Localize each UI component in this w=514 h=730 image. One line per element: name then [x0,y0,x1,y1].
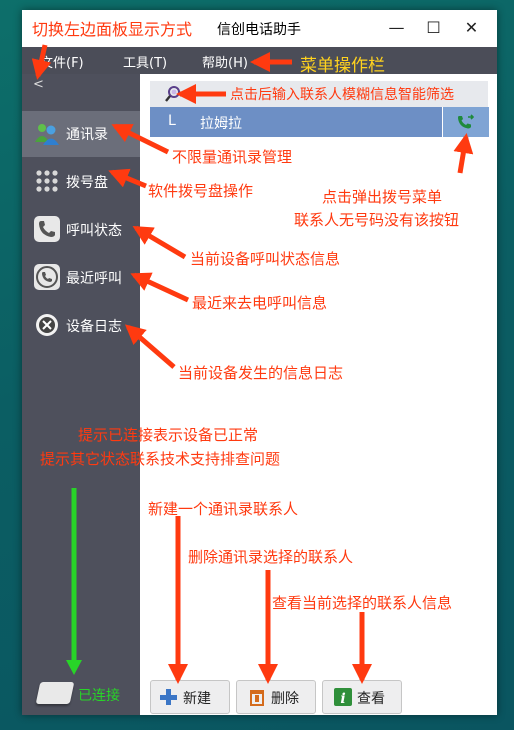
annotation-recent: 最近来去电呼叫信息 [192,294,328,312]
annotation-call-status: 当前设备呼叫状态信息 [190,250,341,268]
annotation-dial-menu-2: 联系人无号码没有该按钮 [294,211,460,229]
arrow-recent [130,272,190,303]
annotation-connected-1: 提示已连接表示设备已正常 [78,426,259,444]
annotation-dialpad: 软件拨号盘操作 [148,182,254,200]
annotation-view: 查看当前选择的联系人信息 [272,594,453,612]
arrow-dialpad [108,168,147,189]
arrow-log [124,324,176,369]
annotation-delete: 删除通讯录选择的联系人 [188,548,354,566]
annotation-filter: 点击后输入联系人模糊信息智能筛选 [230,87,454,103]
annotation-dial-menu: 点击弹出拨号菜单 [322,188,443,206]
annotation-menu: 菜单操作栏 [300,56,385,76]
annotation-contacts: 不限量通讯录管理 [172,148,293,166]
arrow-call-status [132,225,187,260]
annotation-new: 新建一个通讯录联系人 [148,500,299,518]
annotation-toggle: 切换左边面板显示方式 [32,20,193,39]
arrow-toggle [31,44,52,80]
arrow-dial [453,133,474,174]
annotation-connected-2: 提示其它状态联系技术支持排查问题 [40,450,281,468]
annotation-log: 当前设备发生的信息日志 [178,364,344,382]
arrow-contacts [111,123,170,155]
